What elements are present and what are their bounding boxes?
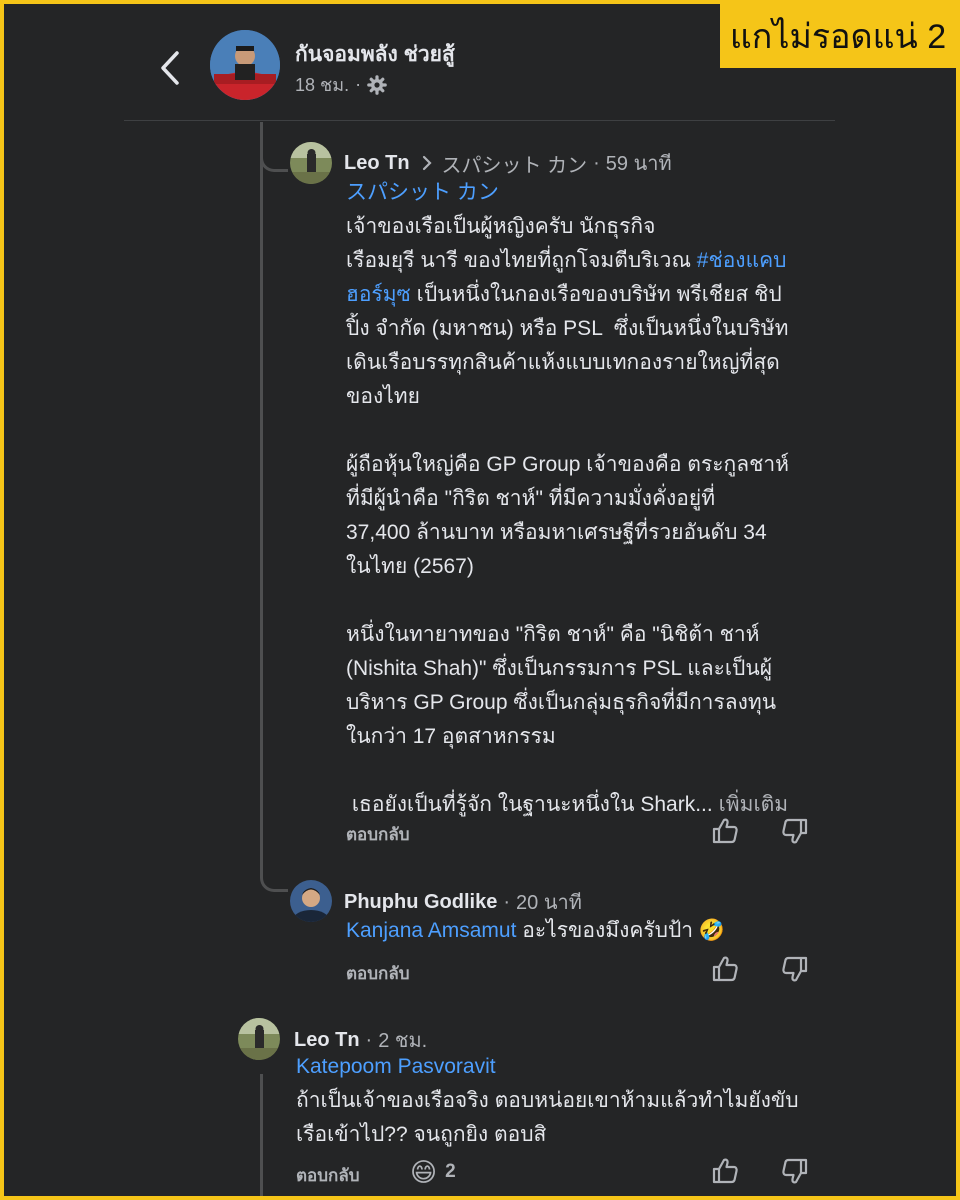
comment-body: เจ้าของเรือเป็นผู้หญิงครับ นักธุรกิจ เรื… [346,215,691,272]
reaction-count: 2 [445,1161,456,1182]
page-title[interactable]: กันจอมพลัง ช่วยสู้ [295,38,455,71]
reply-button[interactable]: ตอบกลับ [296,1162,360,1189]
comment-time: 59 นาที [605,153,672,175]
meta-separator: · [503,890,511,913]
meta-separator: · [593,151,600,174]
divider [124,120,835,121]
comment-body: ถ้าเป็นเจ้าของเรือจริง ตอบหน่อยเขาห้ามแล… [296,1089,799,1146]
avatar[interactable] [290,142,332,184]
chevron-right-icon [422,155,432,171]
thumbs-down-icon[interactable] [780,816,810,846]
avatar[interactable] [210,30,280,100]
reply-button[interactable]: ตอบกลับ [346,821,410,848]
thumbs-up-icon[interactable] [710,954,740,984]
comment-author[interactable]: Leo Tn [344,152,410,175]
reaction-summary[interactable]: 😄 2 [410,1157,456,1187]
comment-text: スパシット カン เจ้าของเรือเป็นผู้หญิงครับ นักธ… [346,176,826,822]
laugh-reaction-icon: 😄 [410,1157,438,1187]
comment-author[interactable]: Phuphu Godlike [344,891,497,914]
thread-connector [260,154,288,172]
avatar[interactable] [290,880,332,922]
mention-link[interactable]: Kanjana Amsamut [346,919,516,942]
thread-line [260,170,263,874]
comment-body: อะไรของมึงครับป้า 🤣 [516,919,726,942]
meta-separator: · [355,74,362,94]
see-more-link[interactable]: เพิ่มเติม [719,793,789,816]
comment-thread-screen: แกไม่รอดแน่ 2 กันจอมพลัง ช่วยสู้ 18 ชม. … [4,4,956,1196]
mention-link[interactable]: スパシット カン [346,181,499,204]
meta-separator: · [365,1028,373,1051]
thumbs-down-icon[interactable] [780,1156,810,1186]
comment-body: เป็นหนึ่งในกองเรือของบริษัท พรีเชียส ชิป… [346,283,789,816]
reply-to-name[interactable]: スパシット カン [442,149,588,178]
post-time: 18 ชม. [295,75,350,95]
thread-connector [260,874,288,892]
gear-icon [367,74,387,95]
overlay-tag: แกไม่รอดแน่ 2 [720,4,956,68]
comment-text: Katepoom Pasvoravit ถ้าเป็นเจ้าของเรือจร… [296,1050,836,1152]
thumbs-down-icon[interactable] [780,954,810,984]
thumbs-up-icon[interactable] [710,1156,740,1186]
mention-link[interactable]: Katepoom Pasvoravit [296,1055,496,1078]
thread-line [260,1074,263,1196]
thumbs-up-icon[interactable] [710,816,740,846]
reply-button[interactable]: ตอบกลับ [346,960,410,987]
back-button[interactable] [154,48,186,88]
chevron-left-icon [161,51,179,85]
comment-author-line: Leo Tn スパシット カン · 59 นาที [344,147,672,179]
post-meta: 18 ชม. · [295,70,387,99]
comment-text: Kanjana Amsamut อะไรของมึงครับป้า 🤣 [346,914,826,948]
comment-author[interactable]: Leo Tn [294,1029,360,1052]
avatar[interactable] [238,1018,280,1060]
